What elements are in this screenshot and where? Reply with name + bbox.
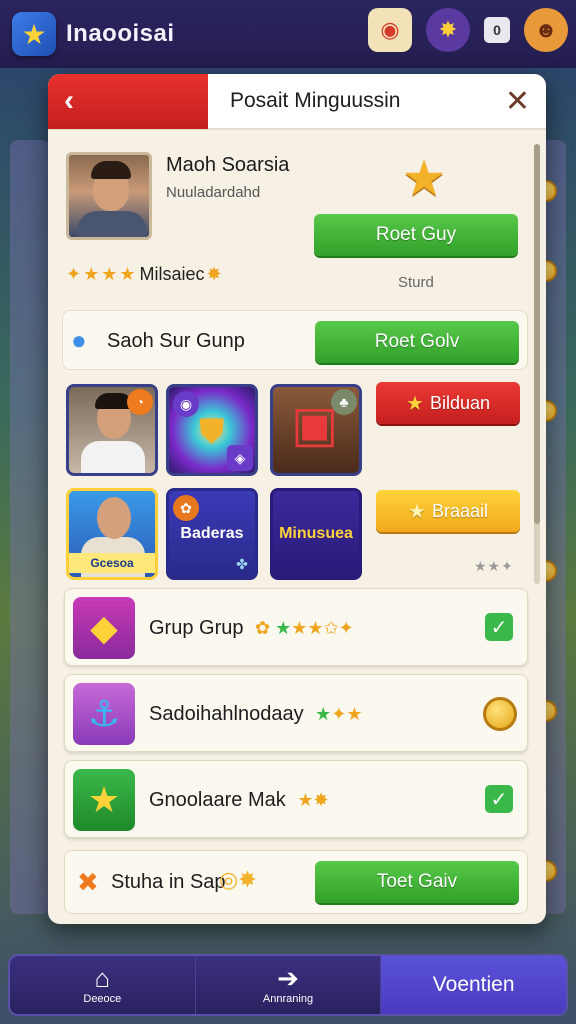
star-icon: ★: [119, 264, 136, 284]
mini-star-rating: ★★✦: [474, 558, 514, 574]
group-action-button[interactable]: Roet Golv: [315, 321, 519, 363]
back-button[interactable]: ‹: [48, 74, 208, 129]
leaf-icon: ♣: [331, 389, 357, 415]
star-badge-icon: ★: [401, 150, 447, 206]
nav-label: Deeoce: [83, 993, 122, 1005]
arrow-icon: ➔: [277, 963, 299, 993]
inventory-box-icon[interactable]: 0: [484, 17, 510, 43]
profile-name: Maoh Soarsia: [166, 154, 290, 176]
coins-icon: ◎✸: [219, 867, 257, 892]
checkbox-checked-icon[interactable]: ✓: [485, 613, 513, 641]
tile-label: Baderas: [180, 525, 244, 542]
coin-icon[interactable]: [483, 697, 517, 731]
character-avatar-icon[interactable]: ☻: [524, 8, 568, 52]
star-icon: ★: [408, 500, 426, 523]
honey-jar-icon[interactable]: ◉: [368, 8, 412, 52]
nav-item-learning[interactable]: ➔ Annraning: [196, 956, 382, 1014]
nav-item-voentien[interactable]: Voentien: [381, 956, 567, 1014]
top-bar: ★ Inaooisai ◉ ✸ 0 ☻: [0, 0, 576, 68]
tile-label: Minusuea: [279, 525, 353, 542]
list-item[interactable]: ⚓ Sadoihahlnodaay ★✦★: [64, 674, 528, 752]
rating-label: Milsaiec: [139, 264, 205, 284]
list-item[interactable]: ◆ Grup Grup ✿ ★★★✩✦ ✓: [64, 588, 528, 666]
profile-section: Maoh Soarsia Nuuladardahd ★ Roet Guy ✦ ★…: [66, 152, 526, 312]
checkbox-checked-icon[interactable]: ✓: [485, 785, 513, 813]
tile-baderas[interactable]: ✿ Baderas ✤: [166, 488, 258, 580]
tile-gift[interactable]: ▣ ♣: [270, 384, 362, 476]
nav-label: Annraning: [262, 993, 314, 1005]
star-icon: ✸: [206, 264, 222, 284]
modal-title: Posait Minguussin: [230, 89, 401, 112]
profile-subtitle: Nuuladardahd: [166, 184, 261, 201]
action-row: ✖ Stuha in Sap ◎✸ Toet Gaiv: [64, 850, 528, 914]
tile-shield-burst[interactable]: ⛊ ◉ ◈: [166, 384, 258, 476]
cross-icon: ✖: [77, 867, 99, 897]
emblem-icon: ⚓: [73, 683, 135, 745]
star-icon: ★: [101, 264, 118, 284]
background-left-column: [10, 140, 50, 914]
flower-icon: ✿: [173, 495, 199, 521]
action-button[interactable]: Toet Gaiv: [315, 861, 519, 903]
star-rating: ✿ ★★★✩✦: [255, 618, 354, 638]
profile-action-button[interactable]: Roet Guy: [314, 214, 518, 256]
cheese-icon: ◆: [73, 597, 135, 659]
top-icons: ◉ ✸ 0 ☻: [368, 8, 568, 52]
scrollbar[interactable]: [534, 144, 540, 584]
star-icon: ✦: [66, 264, 82, 284]
clover-icon: ✤: [236, 555, 248, 572]
star-rating: ★✸: [297, 790, 329, 810]
list-item-label: Sadoihahlnodaay: [149, 703, 304, 725]
tile-player-card[interactable]: Gcesoa: [66, 488, 158, 580]
tile-caption: Gcesoa: [69, 553, 155, 573]
group-row: ● Saoh Sur Gunp Roet Golv: [62, 310, 528, 370]
modal-header: ‹ Posait Minguussin ✕: [48, 74, 546, 130]
scrollbar-thumb[interactable]: [534, 144, 540, 524]
bilduan-button[interactable]: ★ Bilduan: [376, 382, 520, 424]
bottom-nav: ⌂ Deeoce ➔ Annraning Voentien: [8, 954, 568, 1016]
shield-icon: ⛊: [199, 413, 225, 451]
action-label: Stuha in Sap: [111, 871, 226, 893]
app-star-icon[interactable]: ★: [12, 12, 56, 56]
rating-row: ✦ ★ ★ ★ Milsaiec ✸: [66, 264, 222, 285]
chevron-left-icon: ‹: [64, 84, 74, 117]
star-rating: ★✦★: [315, 704, 363, 724]
nav-item-home[interactable]: ⌂ Deeoce: [10, 956, 196, 1014]
list-item-label: Grup Grup: [149, 617, 244, 639]
app-title: Inaooisai: [66, 20, 175, 47]
avatar[interactable]: [66, 152, 152, 240]
house-icon: ⌂: [94, 963, 111, 993]
status-text: Sturd: [398, 274, 434, 291]
tile-portrait[interactable]: ◔: [66, 384, 158, 476]
gem-icon: ◈: [227, 445, 253, 471]
list-item[interactable]: ★ Gnoolaare Mak ★✸ ✓: [64, 760, 528, 838]
list-item-label: Gnoolaare Mak: [149, 789, 286, 811]
close-icon[interactable]: ✕: [505, 84, 530, 119]
tile-minusuea[interactable]: Minusuea: [270, 488, 362, 580]
person-icon: ●: [71, 325, 87, 355]
orb-icon: ◉: [173, 391, 199, 417]
bee-icon[interactable]: ✸: [426, 8, 470, 52]
star-creature-icon: ★: [73, 769, 135, 831]
braaail-button[interactable]: ★ Braaail: [376, 490, 520, 532]
nav-label: Voentien: [432, 973, 515, 996]
star-icon: ★: [83, 264, 100, 284]
badge-icon: ◔: [127, 389, 153, 415]
profile-modal: ‹ Posait Minguussin ✕ Maoh Soarsia Nuula…: [48, 74, 546, 924]
group-label: Saoh Sur Gunp: [107, 330, 245, 352]
star-icon: ★: [406, 392, 424, 415]
